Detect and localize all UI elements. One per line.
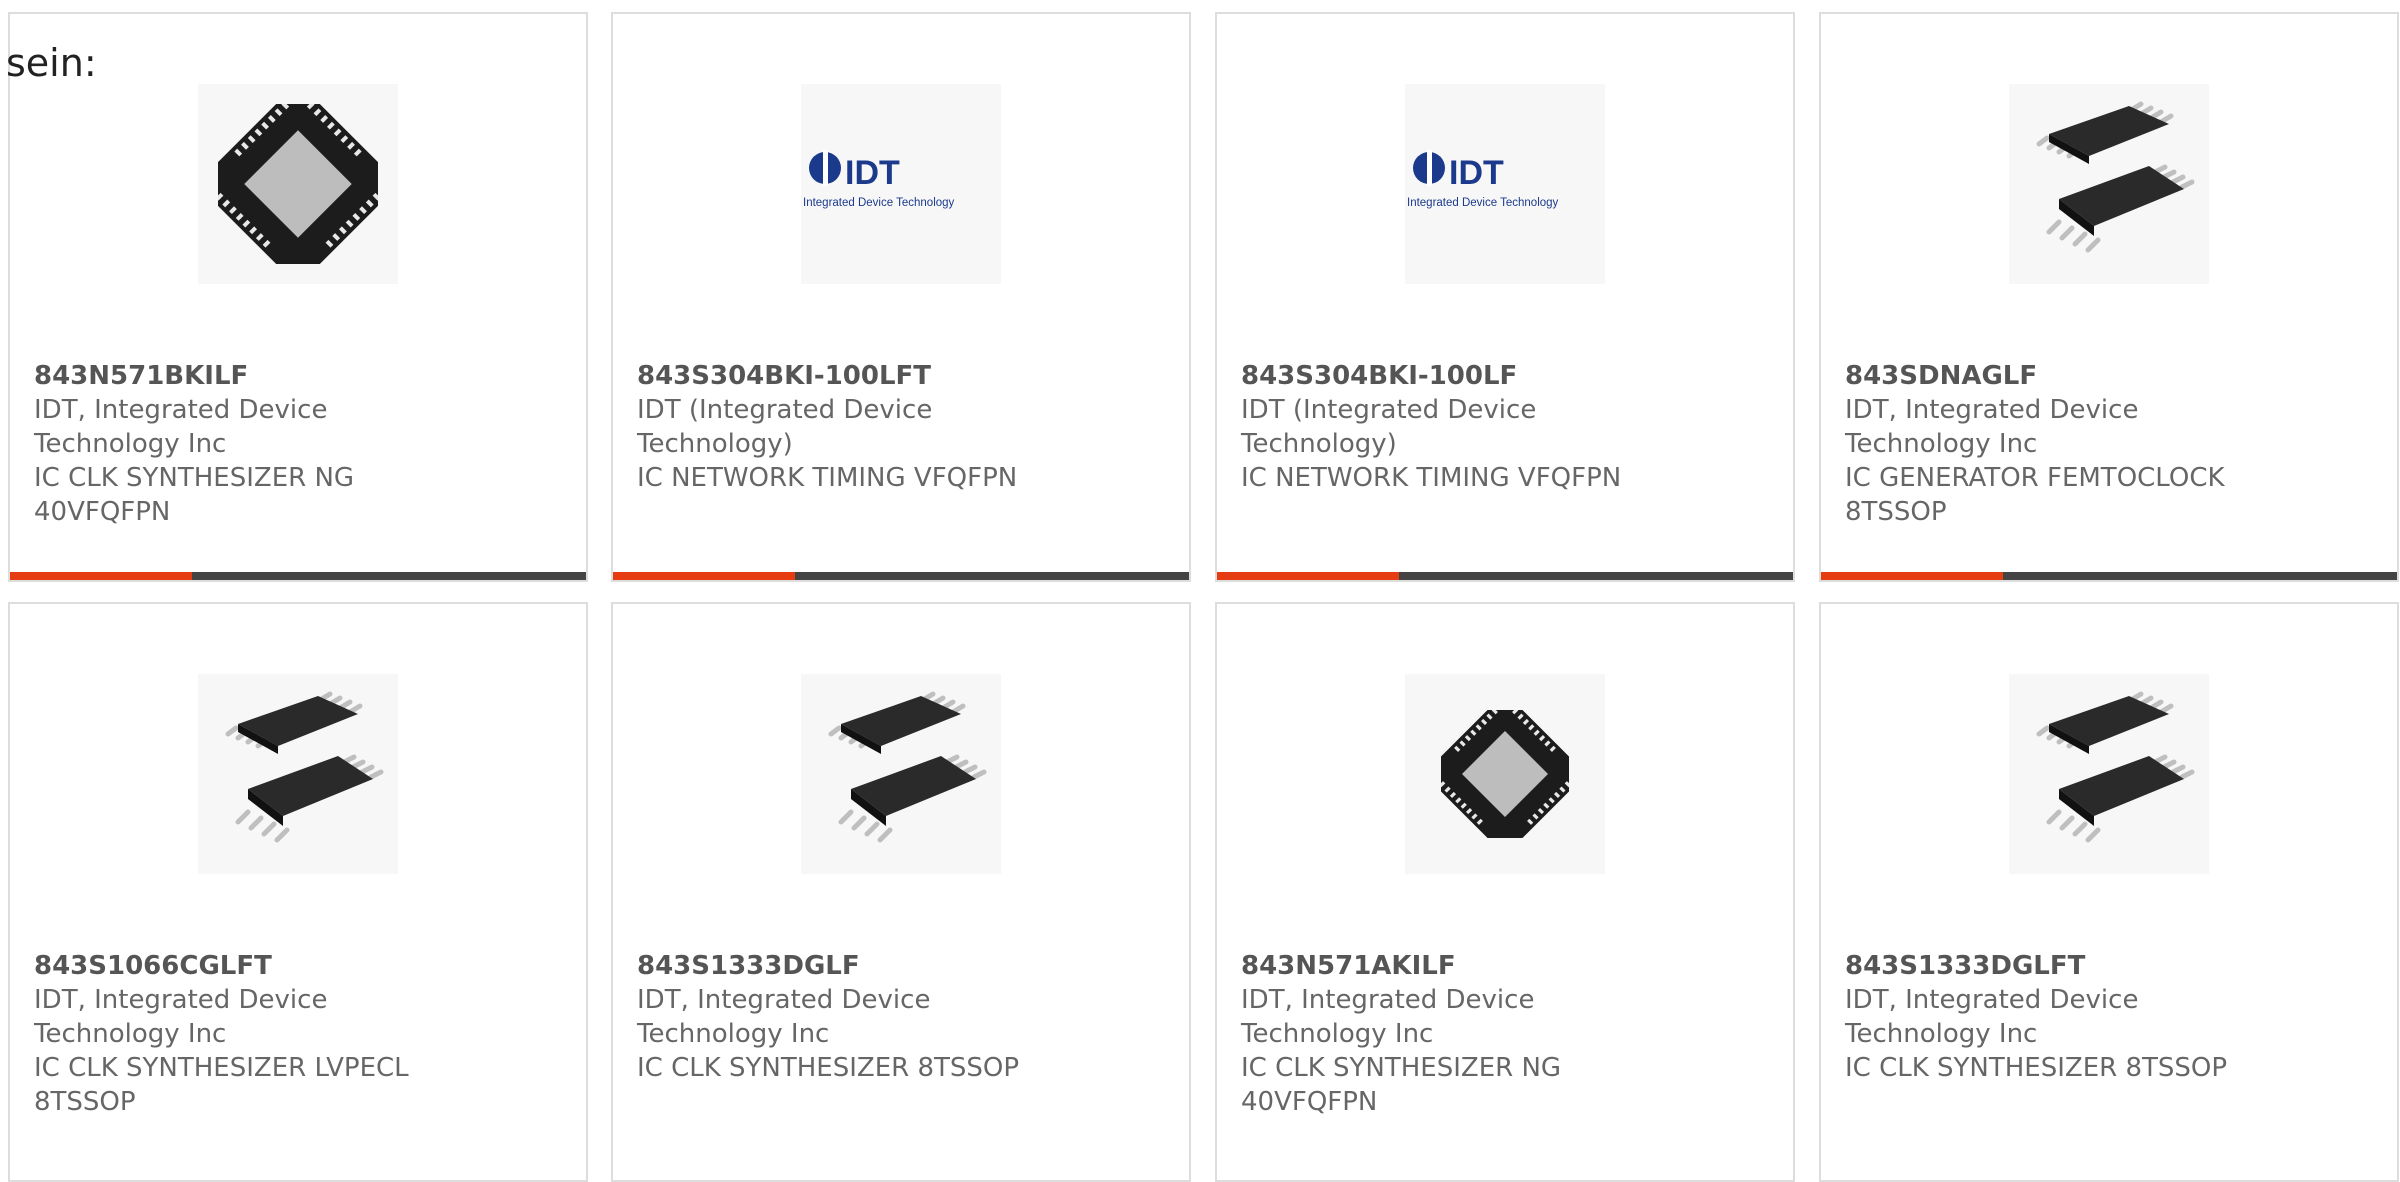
product-card[interactable]: 843S1333DGLF IDT, Integrated Device Tech… <box>611 602 1191 1182</box>
card-footer-bar <box>1217 572 1793 580</box>
description-text: 40VFQFPN <box>34 497 171 527</box>
logo-mark: IDT <box>1449 154 1504 192</box>
manufacturer-text: Technology Inc <box>637 1019 830 1049</box>
description-text: 40VFQFPN <box>1241 1087 1378 1117</box>
product-image[interactable] <box>198 84 398 284</box>
manufacturer-text: IDT, Integrated Device <box>34 395 328 425</box>
description-text: IC CLK SYNTHESIZER NG <box>34 463 355 493</box>
part-number-link[interactable]: 843N571BKILF <box>34 359 454 393</box>
part-number-link[interactable]: 843S1333DGLFT <box>1845 949 2265 983</box>
manufacturer-text: Technology) <box>1241 429 1397 459</box>
manufacturer-text: Technology) <box>637 429 793 459</box>
product-grid: 843N571BKILF IDT, Integrated Device Tech… <box>0 0 2400 1182</box>
card-footer-bar <box>10 572 586 580</box>
product-image[interactable]: IDT Integrated Device Technology <box>801 84 1001 284</box>
logo-tagline: Integrated Device Technology <box>1407 197 1559 209</box>
manufacturer-text: IDT, Integrated Device <box>34 985 328 1015</box>
part-number-link[interactable]: 843S304BKI-100LF <box>1241 359 1661 393</box>
description-text: IC CLK SYNTHESIZER NG <box>1241 1053 1562 1083</box>
description-text: IC NETWORK TIMING VFQFPN <box>637 463 1018 493</box>
product-card[interactable]: 843S1333DGLFT IDT, Integrated Device Tec… <box>1819 602 2399 1182</box>
product-image[interactable] <box>198 674 398 874</box>
manufacturer-text: IDT, Integrated Device <box>637 985 931 1015</box>
logo-mark: IDT <box>845 154 900 192</box>
card-footer-bar <box>613 572 1189 580</box>
part-number-link[interactable]: 843S1066CGLFT <box>34 949 454 983</box>
product-image[interactable] <box>801 674 1001 874</box>
logo-tagline: Integrated Device Technology <box>803 197 955 209</box>
manufacturer-text: Technology Inc <box>34 1019 227 1049</box>
card-footer-bar <box>1821 572 2397 580</box>
card-accent-bar <box>1217 572 1399 580</box>
part-number-link[interactable]: 843S1333DGLF <box>637 949 1057 983</box>
card-accent-bar <box>1821 572 2003 580</box>
part-number-link[interactable]: 843N571AKILF <box>1241 949 1661 983</box>
manufacturer-text: IDT, Integrated Device <box>1845 985 2139 1015</box>
manufacturer-text: IDT (Integrated Device <box>1241 395 1537 425</box>
description-text: IC NETWORK TIMING VFQFPN <box>1241 463 1622 493</box>
description-text: IC GENERATOR FEMTOCLOCK <box>1845 463 2225 493</box>
card-accent-bar <box>10 572 192 580</box>
page-label-fragment: sein: <box>6 41 97 85</box>
manufacturer-text: IDT, Integrated Device <box>1845 395 2139 425</box>
product-card[interactable]: 843SDNAGLF IDT, Integrated Device Techno… <box>1819 12 2399 582</box>
manufacturer-text: Technology Inc <box>1845 1019 2038 1049</box>
description-text: 8TSSOP <box>34 1087 136 1117</box>
manufacturer-text: Technology Inc <box>1241 1019 1434 1049</box>
description-text: 8TSSOP <box>1845 497 1947 527</box>
card-accent-bar <box>613 572 795 580</box>
product-card[interactable]: 843S1066CGLFT IDT, Integrated Device Tec… <box>8 602 588 1182</box>
product-card[interactable]: IDT Integrated Device Technology 843S304… <box>611 12 1191 582</box>
product-image[interactable] <box>2009 674 2209 874</box>
manufacturer-text: Technology Inc <box>1845 429 2038 459</box>
part-number-link[interactable]: 843S304BKI-100LFT <box>637 359 1057 393</box>
product-card[interactable]: 843N571AKILF IDT, Integrated Device Tech… <box>1215 602 1795 1182</box>
manufacturer-text: IDT, Integrated Device <box>1241 985 1535 1015</box>
product-image[interactable] <box>2009 84 2209 284</box>
description-text: IC CLK SYNTHESIZER LVPECL <box>34 1053 409 1083</box>
description-text: IC CLK SYNTHESIZER 8TSSOP <box>637 1053 1020 1083</box>
product-image[interactable]: IDT Integrated Device Technology <box>1405 84 1605 284</box>
manufacturer-text: IDT (Integrated Device <box>637 395 933 425</box>
part-number-link[interactable]: 843SDNAGLF <box>1845 359 2265 393</box>
product-card[interactable]: IDT Integrated Device Technology 843S304… <box>1215 12 1795 582</box>
description-text: IC CLK SYNTHESIZER 8TSSOP <box>1845 1053 2228 1083</box>
manufacturer-text: Technology Inc <box>34 429 227 459</box>
product-image[interactable] <box>1405 674 1605 874</box>
product-card[interactable]: 843N571BKILF IDT, Integrated Device Tech… <box>8 12 588 582</box>
